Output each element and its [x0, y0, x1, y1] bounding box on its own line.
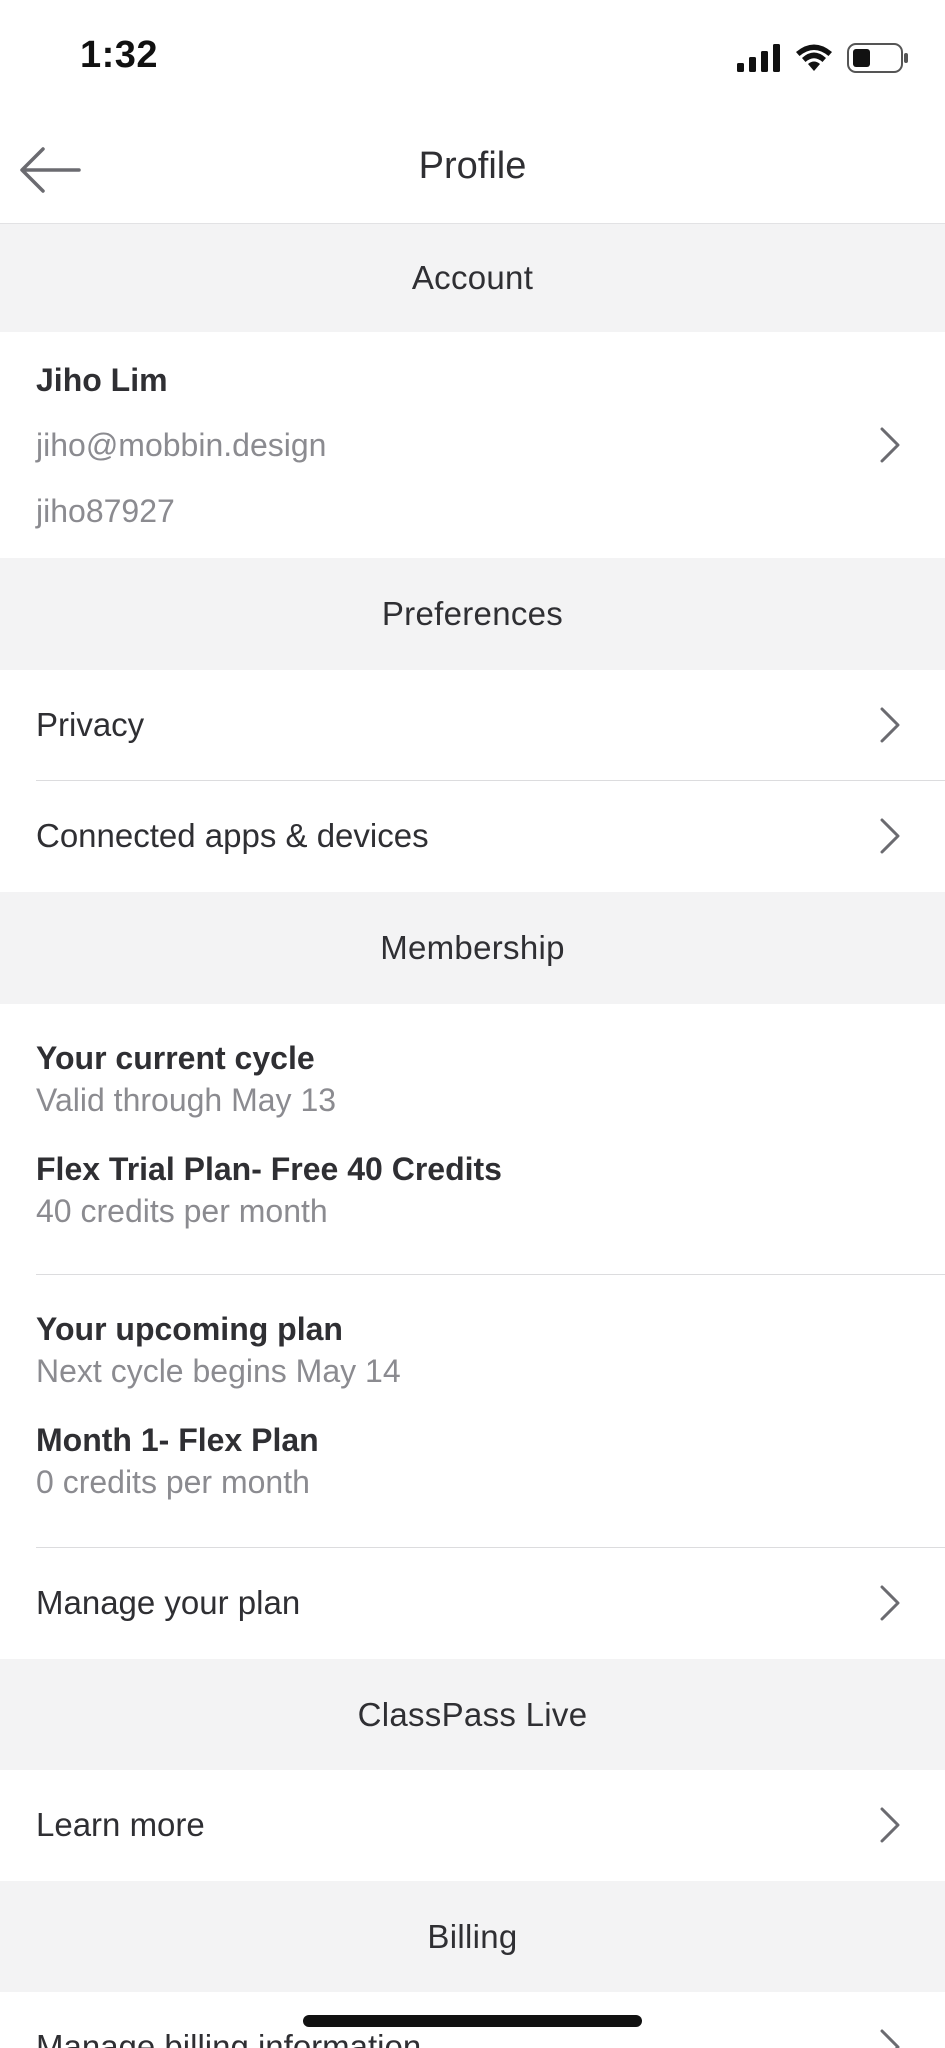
- section-header-account: Account: [0, 224, 945, 332]
- chevron-right-icon: [880, 818, 900, 854]
- status-time: 1:32: [80, 34, 159, 76]
- upcoming-plan-title: Your upcoming plan: [36, 1311, 343, 1347]
- nav-bar: Profile: [0, 115, 945, 224]
- chevron-right-icon: [880, 707, 900, 743]
- learn-more-label: Learn more: [36, 1806, 205, 1843]
- manage-plan-row[interactable]: Manage your plan: [0, 1548, 945, 1659]
- connected-apps-label: Connected apps & devices: [36, 817, 429, 854]
- page-title: Profile: [418, 145, 527, 187]
- section-header-preferences: Preferences: [0, 558, 945, 670]
- current-cycle-valid: Valid through May 13: [36, 1082, 337, 1118]
- home-indicator: [303, 2015, 642, 2027]
- section-header-membership: Membership: [0, 892, 945, 1004]
- status-icons: [737, 42, 909, 74]
- chevron-right-icon: [880, 2029, 900, 2048]
- privacy-row[interactable]: Privacy: [0, 670, 945, 780]
- current-cycle-block: Your current cycle Valid through May 13 …: [0, 1004, 945, 1274]
- section-header-classpass-live: ClassPass Live: [0, 1659, 945, 1770]
- account-name: Jiho Lim: [36, 362, 168, 398]
- upcoming-plan-name: Month 1- Flex Plan: [36, 1422, 319, 1458]
- upcoming-cycle-begins: Next cycle begins May 14: [36, 1353, 401, 1389]
- current-plan-credits: 40 credits per month: [36, 1193, 328, 1229]
- connected-apps-row[interactable]: Connected apps & devices: [0, 781, 945, 892]
- chevron-right-icon: [880, 427, 900, 463]
- signal-icon: [737, 44, 780, 72]
- current-plan-name: Flex Trial Plan- Free 40 Credits: [36, 1151, 502, 1187]
- current-cycle-title: Your current cycle: [36, 1040, 315, 1076]
- chevron-right-icon: [880, 1807, 900, 1843]
- section-header-billing: Billing: [0, 1881, 945, 1992]
- upcoming-plan-block: Your upcoming plan Next cycle begins May…: [0, 1275, 945, 1547]
- privacy-label: Privacy: [36, 706, 145, 743]
- chevron-right-icon: [880, 1585, 900, 1621]
- account-row[interactable]: Jiho Lim jiho@mobbin.design jiho87927: [0, 332, 945, 558]
- battery-icon: [847, 43, 908, 73]
- learn-more-row[interactable]: Learn more: [0, 1770, 945, 1881]
- account-username: jiho87927: [36, 493, 175, 529]
- status-bar: 1:32: [0, 0, 945, 115]
- wifi-icon: [796, 44, 832, 71]
- manage-billing-label: Manage billing information: [36, 2028, 422, 2048]
- account-email: jiho@mobbin.design: [36, 427, 327, 463]
- upcoming-plan-credits: 0 credits per month: [36, 1464, 310, 1500]
- manage-plan-label: Manage your plan: [36, 1584, 301, 1621]
